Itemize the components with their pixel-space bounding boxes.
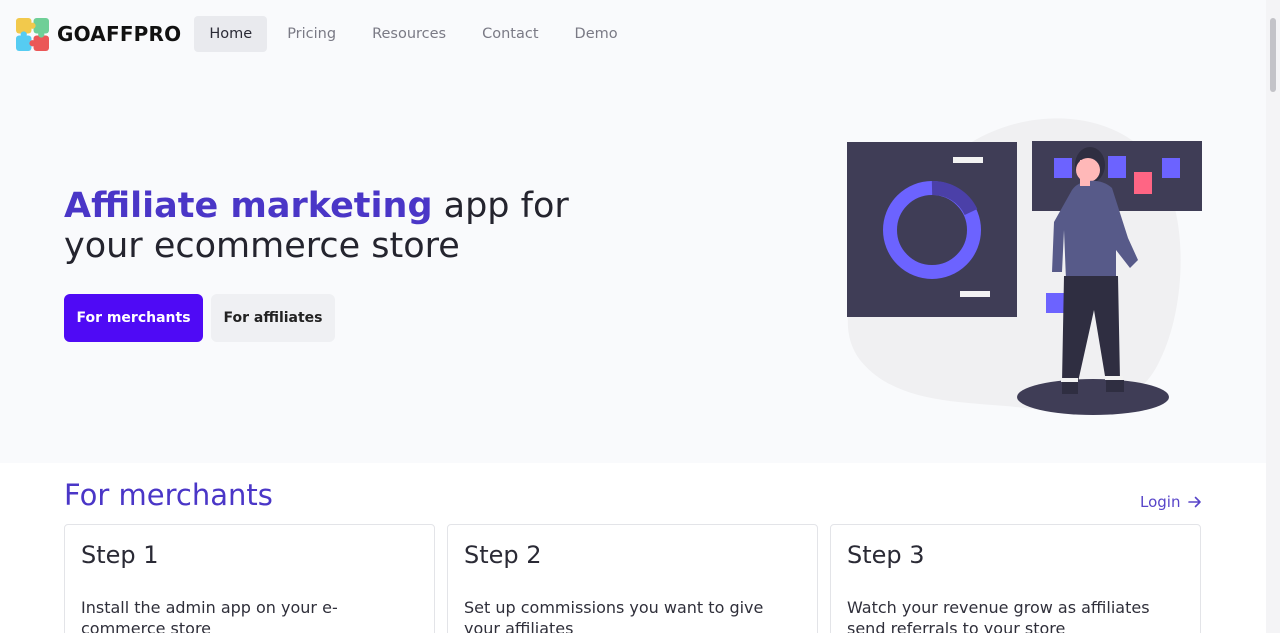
step-title: Step 1 [81,541,159,569]
hero-buttons: For merchants For affiliates [64,294,335,342]
hero-illustration [847,118,1202,415]
login-link[interactable]: Login [1140,493,1202,511]
floor-shadow [1017,379,1169,415]
nav-home[interactable]: Home [194,16,268,52]
step-card: Step 3 Watch your revenue grow as affili… [830,524,1201,633]
scrollbar-thumb[interactable] [1270,18,1276,92]
merchants-section: For merchants Login Step 1 Install the a… [0,463,1266,633]
login-label: Login [1140,493,1181,511]
step-title: Step 3 [847,541,925,569]
step-card: Step 1 Install the admin app on your e-c… [64,524,435,633]
nav-demo[interactable]: Demo [557,16,634,52]
arrow-right-icon [1188,496,1202,508]
nav-links: Home Pricing Resources Contact Demo [194,16,635,52]
puzzle-logo-icon [16,17,49,51]
step-title: Step 2 [464,541,542,569]
nav-pricing[interactable]: Pricing [269,16,352,52]
hero-title-accent: Affiliate marketing [64,186,433,226]
nav-resources[interactable]: Resources [354,16,462,52]
brand-name: GOAFFPRO [57,22,182,46]
vertical-scrollbar[interactable] [1266,0,1280,633]
nav-contact[interactable]: Contact [464,16,554,52]
step-text: Install the admin app on your e-commerce… [81,598,338,633]
section-title: For merchants [64,478,273,512]
hero-title: Affiliate marketing app for your ecommer… [64,186,624,266]
top-nav: GOAFFPRO Home Pricing Resources Contact … [0,0,1266,68]
for-affiliates-button[interactable]: For affiliates [211,294,335,342]
dashboard-panel [847,142,1017,317]
step-card: Step 2 Set up commissions you want to gi… [447,524,818,633]
step-text: Watch your revenue grow as affiliates se… [847,598,1150,633]
step-text: Set up commissions you want to give your… [464,598,764,633]
for-merchants-button[interactable]: For merchants [64,294,203,342]
brand-logo[interactable]: GOAFFPRO [16,17,182,51]
step-cards: Step 1 Install the admin app on your e-c… [64,524,1201,633]
